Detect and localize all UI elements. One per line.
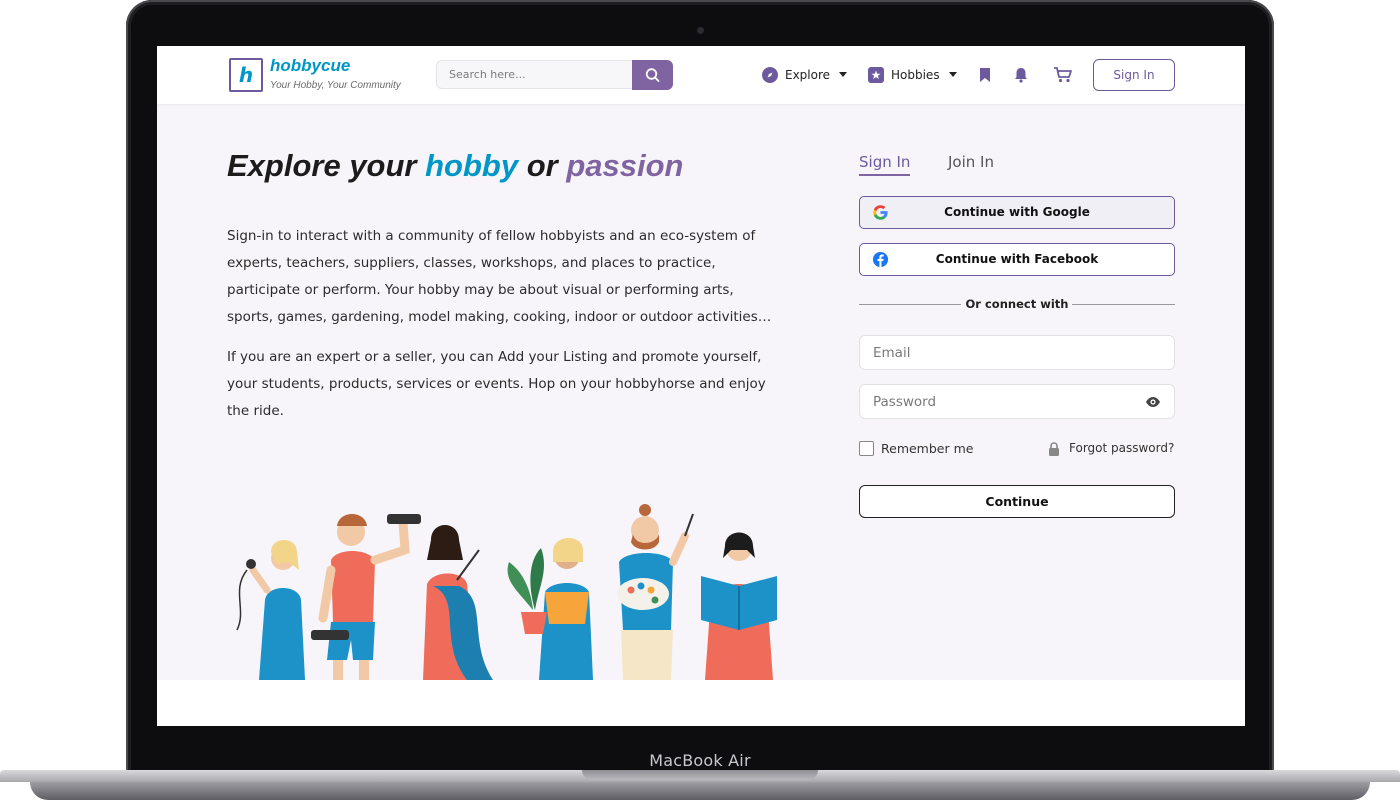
explore-label: Explore <box>785 68 831 82</box>
email-field[interactable] <box>859 335 1175 370</box>
laptop-base <box>0 770 1400 804</box>
hero-title-hobby: hobby <box>425 148 519 183</box>
remember-me-checkbox[interactable] <box>859 441 874 456</box>
bookmark-icon[interactable] <box>976 66 994 84</box>
divider-line-left <box>859 304 961 305</box>
facebook-label: Continue with Facebook <box>935 252 1099 266</box>
chevron-down-icon <box>839 72 848 77</box>
remember-me-label[interactable]: Remember me <box>881 441 973 456</box>
search-icon <box>645 68 660 82</box>
continue-button[interactable]: Continue <box>859 485 1175 518</box>
divider-label: Or connect with <box>965 297 1069 311</box>
logo-icon[interactable]: h <box>229 58 263 92</box>
hobbies-icon <box>868 66 884 83</box>
logo-letter: h <box>238 63 254 87</box>
divider-line-right <box>1072 304 1175 305</box>
singer-figure <box>236 540 305 680</box>
facebook-signin-button[interactable]: Continue with Facebook <box>859 243 1175 276</box>
cart-icon[interactable] <box>1053 66 1073 84</box>
lock-icon <box>1049 442 1059 456</box>
weightlifter-figure <box>311 514 421 680</box>
device-label: MacBook Air <box>649 751 751 770</box>
search-input[interactable] <box>436 60 632 89</box>
camera-icon <box>697 27 704 34</box>
google-icon <box>873 205 888 220</box>
hobbies-label: Hobbies <box>891 68 940 82</box>
tab-joinin[interactable]: Join In <box>948 153 994 171</box>
knitter-figure <box>423 525 493 680</box>
tab-signin[interactable]: Sign In <box>859 153 911 176</box>
eye-icon[interactable] <box>1145 394 1161 410</box>
google-signin-button[interactable]: Continue with Google <box>859 196 1175 229</box>
reader-figure <box>701 532 777 680</box>
hero-title-part1: Explore your <box>227 148 426 183</box>
hero-title-part2: or <box>518 148 567 183</box>
forgot-password-link[interactable]: Forgot password? <box>1069 441 1174 455</box>
page-footer-area <box>157 680 1245 726</box>
hero-title: Explore your hobby or passion <box>227 148 684 184</box>
facebook-icon <box>872 251 889 268</box>
google-label: Continue with Google <box>944 205 1090 219</box>
brand-tagline: Your Hobby, Your Community <box>270 80 401 91</box>
nav-signin-button[interactable]: Sign In <box>1093 59 1175 91</box>
hobbies-menu[interactable]: Hobbies <box>868 65 957 85</box>
hero-paragraph-1: Sign-in to interact with a community of … <box>227 228 772 325</box>
compass-icon <box>762 66 778 83</box>
painter-figure <box>617 504 694 680</box>
browser-screen: h hobbycue Your Hobby, Your Community Ex… <box>157 46 1245 726</box>
hero-title-passion: passion <box>566 148 684 183</box>
bell-icon[interactable] <box>1012 66 1030 84</box>
explore-menu[interactable]: Explore <box>762 65 848 85</box>
top-navbar: h hobbycue Your Hobby, Your Community Ex… <box>157 46 1245 104</box>
search-button[interactable] <box>632 60 673 90</box>
gardener-figure <box>507 538 593 680</box>
hero-paragraph-2: If you are an expert or a seller, you ca… <box>227 349 766 419</box>
password-field[interactable] <box>859 384 1175 419</box>
chevron-down-icon <box>948 72 957 77</box>
hobbyists-illustration <box>236 504 777 680</box>
brand-name[interactable]: hobbycue <box>270 56 350 76</box>
